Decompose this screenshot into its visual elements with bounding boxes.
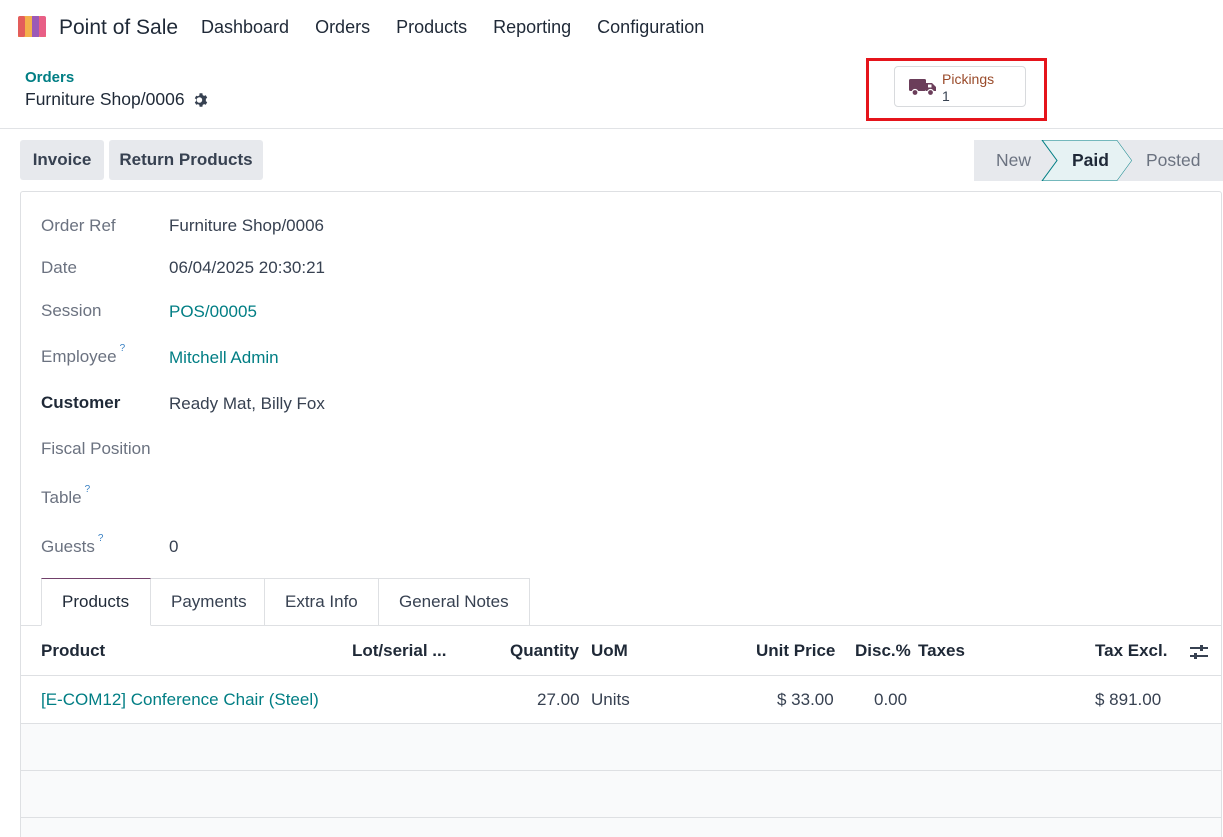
row-tax-excl: $ 891.00 — [1095, 690, 1162, 709]
gear-icon[interactable] — [193, 92, 209, 108]
header-divider — [0, 128, 1223, 129]
pos-app-icon[interactable] — [16, 15, 48, 39]
tab-extra-info[interactable]: Extra Info — [265, 578, 379, 626]
col-tax-excl[interactable]: Tax Excl. — [1095, 641, 1167, 661]
column-settings-icon[interactable] — [1189, 643, 1209, 661]
empty-row — [21, 771, 1221, 818]
table-label: Table? — [41, 484, 90, 508]
record-title: Furniture Shop/0006 — [25, 89, 185, 109]
status-bar: New Paid Posted — [974, 140, 1223, 181]
guests-label-text: Guests — [41, 537, 95, 556]
date-value: 06/04/2025 20:30:21 — [169, 258, 325, 277]
col-product[interactable]: Product — [41, 641, 105, 661]
row-discount[interactable]: 0.00 — [874, 690, 907, 710]
empty-row — [21, 818, 1221, 837]
guests-value: 0 — [169, 537, 179, 556]
return-products-button[interactable]: Return Products — [109, 140, 263, 180]
row-product[interactable]: [E-COM12] Conference Chair (Steel) — [41, 690, 319, 710]
help-tooltip-icon[interactable]: ? — [98, 533, 104, 544]
fiscal-position-label: Fiscal Position — [41, 439, 151, 458]
help-tooltip-icon[interactable]: ? — [120, 343, 126, 354]
table-label-text: Table — [41, 488, 82, 507]
status-posted[interactable]: Posted — [1146, 150, 1200, 171]
smart-button-count: 1 — [942, 88, 950, 104]
menu-dashboard[interactable]: Dashboard — [201, 17, 289, 38]
menu-orders[interactable]: Orders — [315, 17, 370, 38]
session-label: Session — [41, 301, 102, 320]
customer-value[interactable]: Ready Mat, Billy Fox — [169, 394, 325, 414]
col-unit-price[interactable]: Unit Price — [756, 641, 835, 661]
app-name[interactable]: Point of Sale — [59, 16, 178, 40]
col-discount[interactable]: Disc.% — [855, 641, 911, 661]
col-taxes[interactable]: Taxes — [918, 641, 965, 661]
main-menu: Dashboard Orders Products Reporting Conf… — [201, 17, 730, 38]
truck-icon — [909, 79, 936, 97]
smart-button-label: Pickings — [942, 71, 995, 87]
tab-products[interactable]: Products — [41, 578, 151, 626]
order-ref-label: Order Ref — [41, 216, 116, 235]
col-lot-serial[interactable]: Lot/serial ... — [352, 641, 446, 661]
col-quantity[interactable]: Quantity — [510, 641, 579, 661]
row-quantity[interactable]: 27.00 — [537, 690, 580, 710]
employee-link[interactable]: Mitchell Admin — [169, 348, 279, 368]
invoice-button[interactable]: Invoice — [20, 140, 104, 180]
order-ref-value: Furniture Shop/0006 — [169, 216, 324, 235]
employee-label: Employee? — [41, 343, 125, 367]
header-row-divider — [21, 675, 1221, 676]
breadcrumb-current: Furniture Shop/0006 — [25, 89, 209, 110]
menu-configuration[interactable]: Configuration — [597, 17, 704, 38]
pickings-smart-button[interactable]: Pickings 1 — [894, 66, 1026, 107]
row-uom[interactable]: Units — [591, 690, 630, 710]
customer-label: Customer — [41, 393, 121, 412]
menu-products[interactable]: Products — [396, 17, 467, 38]
employee-label-text: Employee — [41, 347, 117, 366]
col-uom[interactable]: UoM — [591, 641, 628, 661]
top-navbar: Point of Sale Dashboard Orders Products … — [0, 0, 1223, 56]
notebook-tabs: Products Payments Extra Info General Not… — [41, 578, 530, 626]
tab-payments[interactable]: Payments — [151, 578, 265, 626]
help-tooltip-icon[interactable]: ? — [85, 484, 91, 495]
tab-general-notes[interactable]: General Notes — [379, 578, 530, 626]
breadcrumb-orders[interactable]: Orders — [25, 69, 74, 86]
status-paid[interactable]: Paid — [1072, 150, 1109, 171]
row-unit-price[interactable]: $ 33.00 — [777, 690, 834, 710]
status-new[interactable]: New — [996, 150, 1031, 171]
menu-reporting[interactable]: Reporting — [493, 17, 571, 38]
empty-row — [21, 724, 1221, 771]
date-label: Date — [41, 258, 77, 277]
guests-label: Guests? — [41, 533, 103, 557]
session-link[interactable]: POS/00005 — [169, 302, 257, 322]
